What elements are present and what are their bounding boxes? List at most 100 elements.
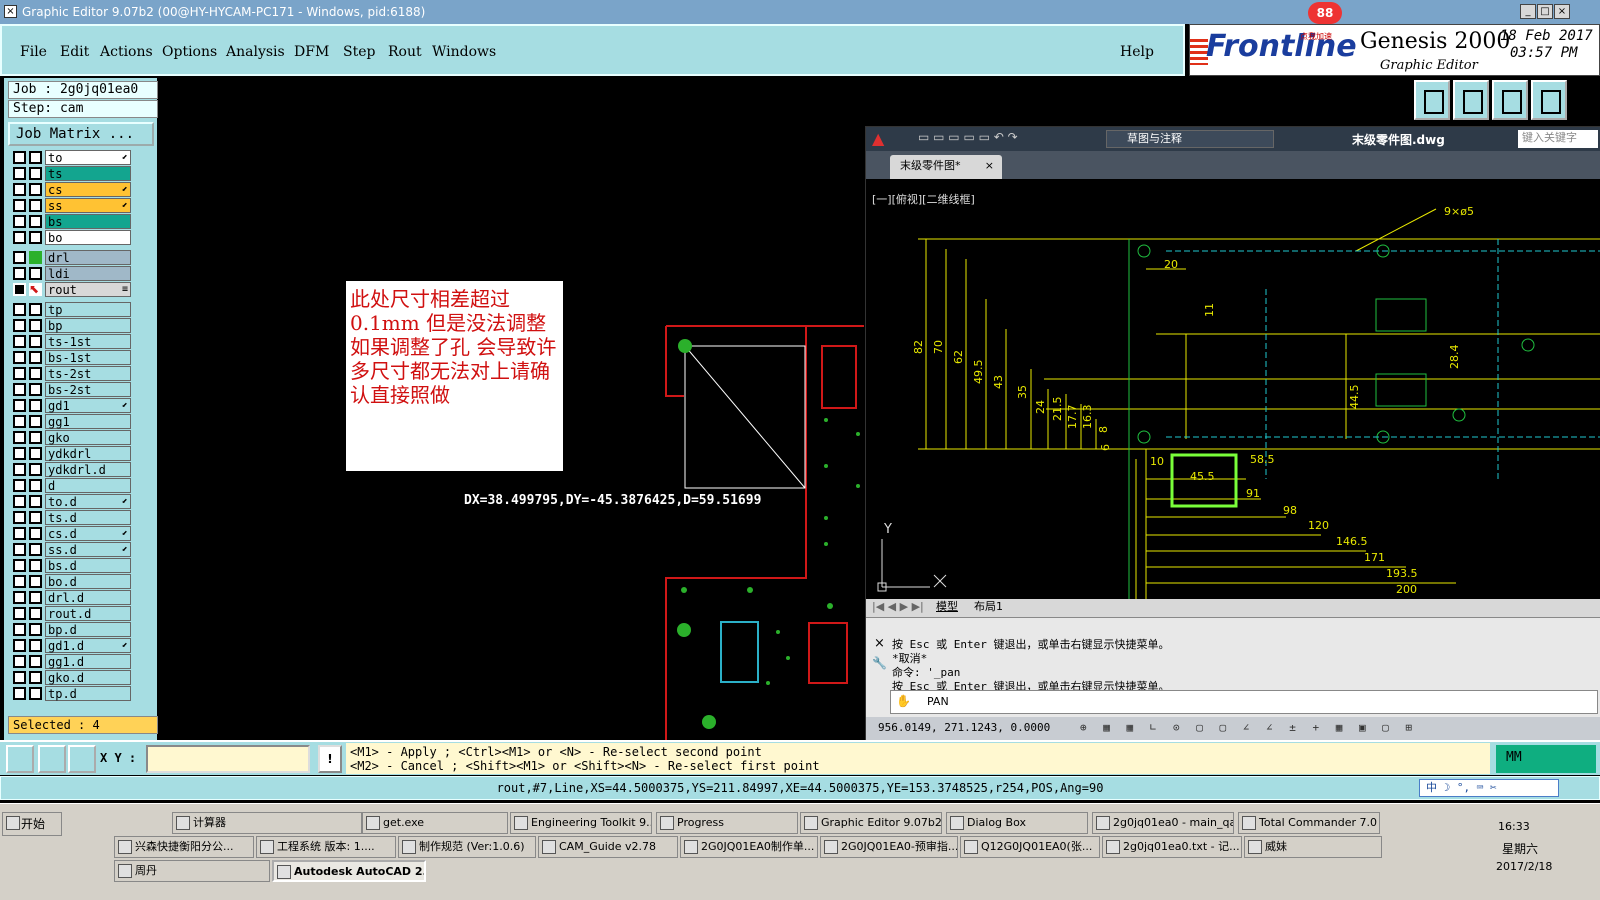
close-button[interactable]: × bbox=[1554, 4, 1570, 19]
layer-affected-icon[interactable] bbox=[29, 383, 42, 396]
layer-checkbox[interactable] bbox=[13, 543, 26, 556]
layer-checkbox[interactable] bbox=[13, 591, 26, 604]
layer-affected-icon[interactable] bbox=[29, 231, 42, 244]
layer-affected-icon[interactable] bbox=[29, 399, 42, 412]
layer-checkbox[interactable] bbox=[13, 687, 26, 700]
layer-checkbox[interactable] bbox=[13, 671, 26, 684]
menu-windows[interactable]: Windows bbox=[432, 44, 496, 60]
layer-affected-icon[interactable] bbox=[29, 251, 42, 264]
unit-select[interactable]: MM bbox=[1496, 745, 1596, 773]
layer-affected-icon[interactable] bbox=[29, 543, 42, 556]
layer-row[interactable]: bo bbox=[9, 230, 131, 245]
menu-edit[interactable]: Edit bbox=[60, 44, 89, 60]
quick-access-icons[interactable]: ▭ ▭ ▭ ▭ ▭ ↶ ↷ bbox=[918, 130, 1018, 144]
tab-model[interactable]: 模型 bbox=[936, 599, 958, 615]
layer-row[interactable]: to.d ⬋ bbox=[9, 494, 131, 509]
layer-name[interactable]: cs.d ⬋ bbox=[45, 526, 131, 541]
layer-checkbox[interactable] bbox=[13, 215, 26, 228]
layer-row[interactable]: gg1 bbox=[9, 414, 131, 429]
menu-file[interactable]: File bbox=[20, 44, 47, 60]
layer-checkbox[interactable] bbox=[13, 303, 26, 316]
layer-row[interactable]: gd1 ⬋ bbox=[9, 398, 131, 413]
layer-affected-icon[interactable] bbox=[29, 687, 42, 700]
autocad-logo-icon[interactable]: ▲ bbox=[872, 129, 884, 148]
layer-checkbox[interactable] bbox=[13, 167, 26, 180]
window-titlebar[interactable]: × Graphic Editor 9.07b2 (00@HY-HYCAM-PC1… bbox=[0, 0, 1600, 24]
layer-affected-icon[interactable] bbox=[29, 607, 42, 620]
taskbar-item[interactable]: Dialog Box bbox=[946, 812, 1088, 834]
layer-affected-icon[interactable] bbox=[29, 559, 42, 572]
layer-row[interactable]: tp.d bbox=[9, 686, 131, 701]
taskbar-item[interactable]: 兴森快捷衡阳分公... bbox=[114, 836, 254, 858]
layer-checkbox[interactable] bbox=[13, 463, 26, 476]
layer-name[interactable]: ss ⬋ bbox=[45, 198, 131, 213]
snap-tool-icon[interactable] bbox=[38, 745, 66, 773]
taskbar-item[interactable]: Graphic Editor 9.07b2 ... bbox=[800, 812, 942, 834]
autocad-titlebar[interactable]: ▲ ▭ ▭ ▭ ▭ ▭ ↶ ↷ 草图与注释 末级零件图.dwg 键入关键字 bbox=[866, 127, 1600, 151]
layer-checkbox[interactable] bbox=[13, 199, 26, 212]
job-matrix-button[interactable]: Job Matrix ... bbox=[8, 122, 154, 146]
menu-analysis[interactable]: Analysis bbox=[226, 44, 285, 60]
layer-affected-icon[interactable] bbox=[29, 639, 42, 652]
autocad-window[interactable]: ▲ ▭ ▭ ▭ ▭ ▭ ↶ ↷ 草图与注释 末级零件图.dwg 键入关键字 末级… bbox=[865, 126, 1600, 741]
layer-affected-icon[interactable] bbox=[29, 671, 42, 684]
layer-row[interactable]: to ⬋ bbox=[9, 150, 131, 165]
warning-button[interactable]: ! bbox=[318, 745, 342, 773]
ime-toolbar[interactable]: 中 ☽ °, ⌨ ✂ bbox=[1419, 779, 1559, 797]
layer-row[interactable]: bs-2st bbox=[9, 382, 131, 397]
layer-row[interactable]: gko bbox=[9, 430, 131, 445]
layer-affected-icon[interactable] bbox=[29, 447, 42, 460]
layer-affected-icon[interactable] bbox=[29, 215, 42, 228]
taskbar-item[interactable]: 威妹 bbox=[1244, 836, 1382, 858]
layer-row[interactable]: bo.d bbox=[9, 574, 131, 589]
layer-name[interactable]: rout.d bbox=[45, 606, 131, 621]
toolbar-view-icon[interactable] bbox=[1531, 80, 1567, 120]
layer-row[interactable]: bs-1st bbox=[9, 350, 131, 365]
graphics-canvas[interactable]: 此处尺寸相差超过0.1mm 但是没法调整 如果调整了孔 会导致许多尺寸都无法对上… bbox=[158, 78, 864, 740]
layer-name[interactable]: ts-1st bbox=[45, 334, 131, 349]
layer-checkbox[interactable] bbox=[13, 383, 26, 396]
layer-checkbox[interactable] bbox=[13, 335, 26, 348]
workspace-select[interactable]: 草图与注释 bbox=[1106, 130, 1274, 148]
layer-checkbox[interactable] bbox=[13, 559, 26, 572]
layer-row[interactable]: ts bbox=[9, 166, 131, 181]
layer-row[interactable]: ldi bbox=[9, 266, 131, 281]
layer-checkbox[interactable] bbox=[13, 251, 26, 264]
menu-help[interactable]: Help bbox=[1120, 44, 1154, 60]
layer-affected-icon[interactable] bbox=[29, 431, 42, 444]
layer-affected-icon[interactable] bbox=[29, 303, 42, 316]
taskbar-item[interactable]: Autodesk AutoCAD 2... bbox=[272, 860, 426, 882]
layer-row[interactable]: bp bbox=[9, 318, 131, 333]
layer-name[interactable]: gg1 bbox=[45, 414, 131, 429]
measure-tool-icon[interactable] bbox=[6, 745, 34, 773]
layer-row[interactable]: ⬉ rout ≡ bbox=[9, 282, 131, 297]
layer-name[interactable]: ss.d ⬋ bbox=[45, 542, 131, 557]
autocad-command-input[interactable]: PAN bbox=[890, 690, 1598, 714]
layer-checkbox[interactable] bbox=[13, 607, 26, 620]
taskbar-item[interactable]: Q12G0JQ01EA0(张... bbox=[960, 836, 1100, 858]
layer-name[interactable]: bo.d bbox=[45, 574, 131, 589]
layer-affected-icon[interactable] bbox=[29, 319, 42, 332]
layer-name[interactable]: tp.d bbox=[45, 686, 131, 701]
layer-name[interactable]: ts bbox=[45, 166, 131, 181]
layer-checkbox[interactable] bbox=[13, 655, 26, 668]
layer-name[interactable]: d bbox=[45, 478, 131, 493]
layer-name[interactable]: bp.d bbox=[45, 622, 131, 637]
taskbar-item[interactable]: Total Commander 7.0 ... bbox=[1238, 812, 1380, 834]
cmd-settings-icon[interactable]: 🔧 bbox=[872, 656, 887, 670]
layer-checkbox[interactable] bbox=[13, 267, 26, 280]
layer-checkbox[interactable] bbox=[13, 639, 26, 652]
layer-name[interactable]: gd1 ⬋ bbox=[45, 398, 131, 413]
layer-name[interactable]: drl bbox=[45, 250, 131, 265]
layer-affected-icon[interactable] bbox=[29, 367, 42, 380]
maximize-button[interactable]: □ bbox=[1537, 4, 1553, 19]
layer-affected-icon[interactable]: ⬉ bbox=[29, 283, 42, 296]
menu-step[interactable]: Step bbox=[343, 44, 375, 60]
layer-checkbox[interactable] bbox=[13, 399, 26, 412]
layer-checkbox[interactable] bbox=[13, 415, 26, 428]
layer-name[interactable]: gko bbox=[45, 430, 131, 445]
layer-affected-icon[interactable] bbox=[29, 351, 42, 364]
layer-name[interactable]: bs.d bbox=[45, 558, 131, 573]
taskbar-item[interactable]: 2G0JQ01EA0制作单... bbox=[680, 836, 818, 858]
layer-checkbox[interactable] bbox=[13, 367, 26, 380]
